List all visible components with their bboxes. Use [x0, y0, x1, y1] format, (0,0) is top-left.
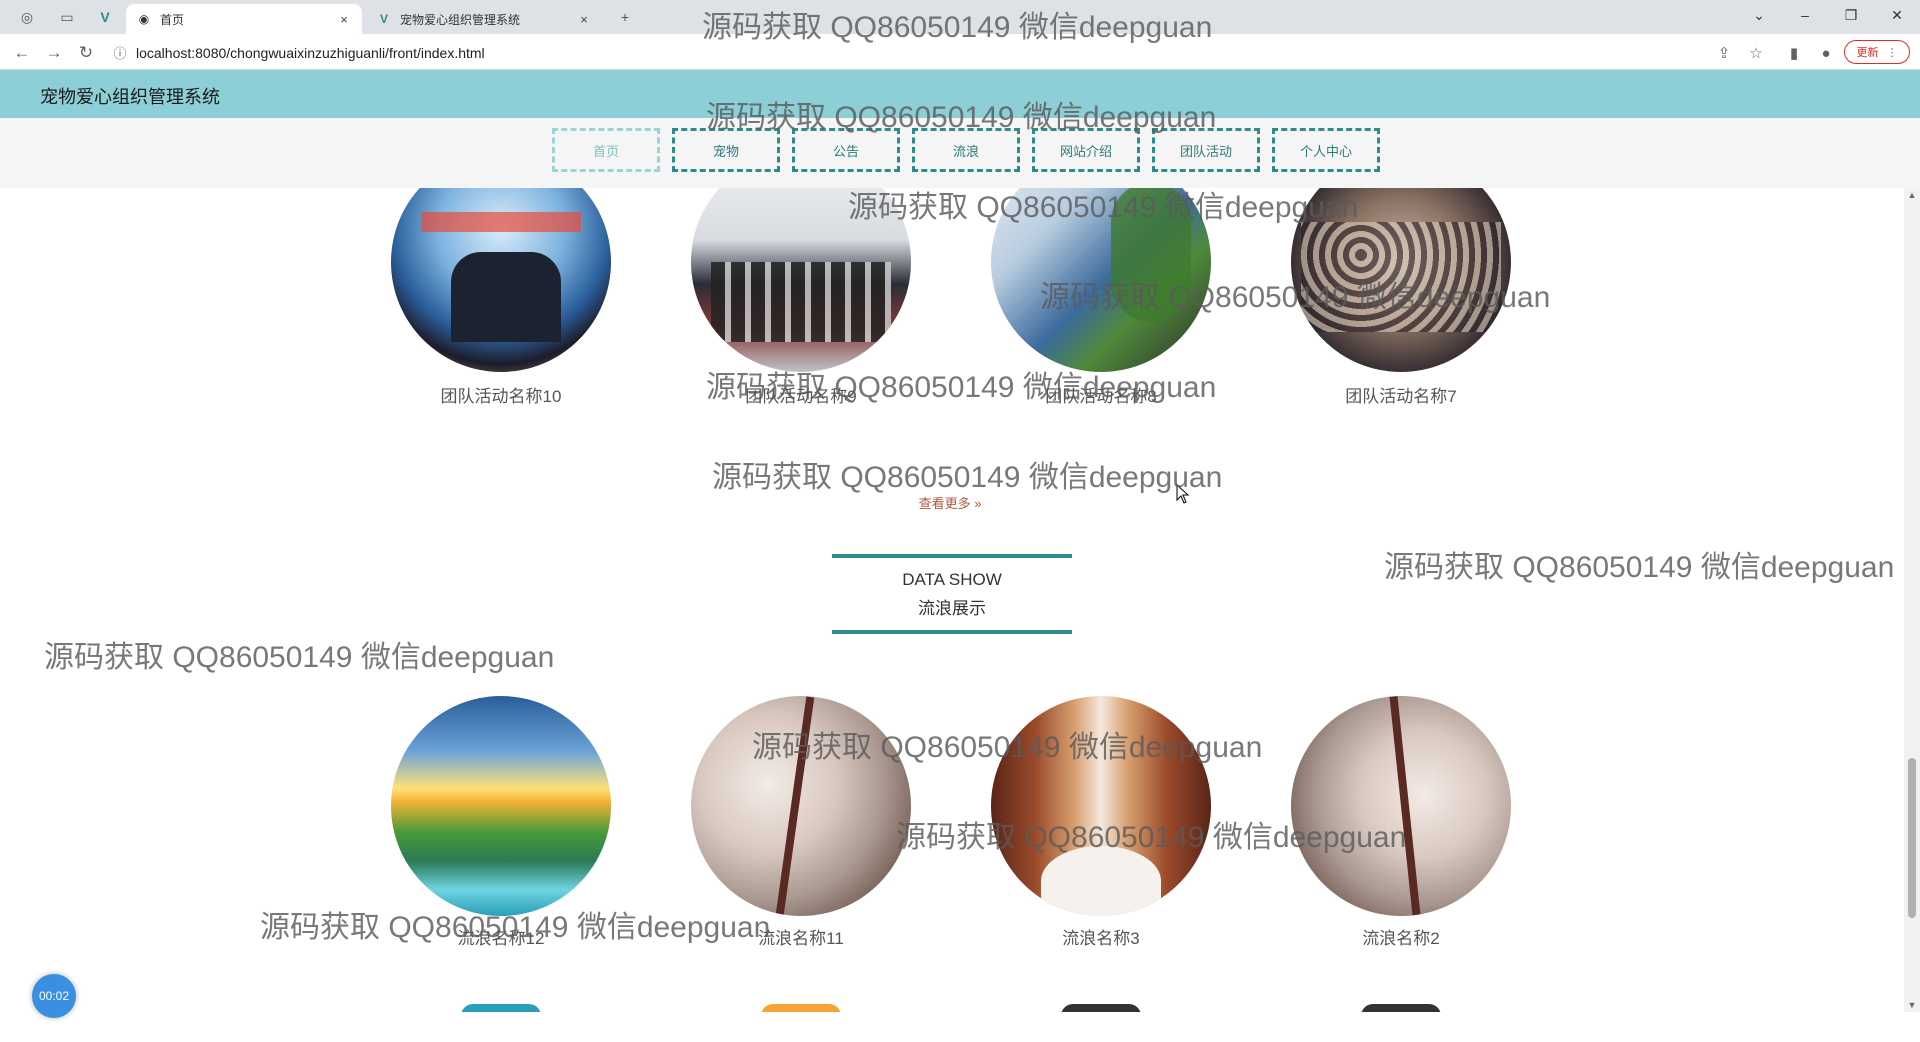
back-icon[interactable]: ← [10, 41, 34, 65]
stray-photo-partial [1061, 1004, 1141, 1012]
section-heading: DATA SHOW 流浪展示 [832, 554, 1072, 634]
scroll-up-icon[interactable]: ▲ [1904, 190, 1920, 200]
see-more-link[interactable]: 查看更多 » [900, 493, 1000, 512]
close-window-icon[interactable]: ✕ [1874, 0, 1920, 30]
site-info-icon[interactable]: ⓘ [110, 43, 130, 62]
address-bar[interactable]: ⓘ localhost:8080/chongwuaixinzuzhiguanli… [110, 39, 1680, 66]
stray-name[interactable]: 流浪名称12 [391, 924, 611, 949]
stray-photo-partial [1361, 1004, 1441, 1012]
tab-group-icon[interactable]: ▭ [56, 6, 78, 28]
stray-name[interactable]: 流浪名称2 [1291, 924, 1511, 949]
browser-tabbar: ◎ ▭ V ◉ 首页 × V 宠物爱心组织管理系统 × + ⌄ – ❐ ✕ [0, 0, 1920, 34]
nav-profile[interactable]: 个人中心 [1272, 128, 1380, 172]
share-icon[interactable]: ⇪ [1712, 41, 1736, 65]
tab-search-icon[interactable]: ◎ [16, 6, 38, 28]
mouse-cursor-icon [1176, 484, 1190, 504]
close-tab-icon[interactable]: × [336, 12, 352, 27]
activity-photo[interactable] [991, 188, 1211, 372]
heading-english: DATA SHOW [902, 570, 1002, 589]
activity-card[interactable]: 团队活动名称10 [391, 188, 611, 406]
nav-home[interactable]: 首页 [552, 128, 660, 172]
tab-list-icon[interactable]: ⌄ [1736, 0, 1782, 30]
stray-card[interactable]: 流浪名称12 [391, 696, 611, 948]
site-title: 宠物爱心组织管理系统 [40, 87, 220, 107]
page-content: 团队活动名称10 团队活动名称9 团队活动名称8 团队活动名称7 查看更多 » … [0, 188, 1904, 1012]
reload-icon[interactable]: ↻ [74, 41, 98, 65]
stray-photo[interactable] [1291, 696, 1511, 916]
stray-photo[interactable] [991, 696, 1211, 916]
page-scrollbar[interactable]: ▲ ▼ [1904, 188, 1920, 1012]
main-nav: 首页 宠物 公告 流浪 网站介绍 团队活动 个人中心 [552, 128, 1380, 172]
stray-name[interactable]: 流浪名称3 [991, 924, 1211, 949]
activity-photo[interactable] [691, 188, 911, 372]
sidepanel-icon[interactable]: ▮ [1782, 41, 1806, 65]
browser-toolbar: ← → ↻ ⓘ localhost:8080/chongwuaixinzuzhi… [0, 34, 1920, 70]
nav-stray[interactable]: 流浪 [912, 128, 1020, 172]
scroll-down-icon[interactable]: ▼ [1904, 1000, 1920, 1010]
activity-card[interactable]: 团队活动名称8 [991, 188, 1211, 406]
stray-name[interactable]: 流浪名称11 [691, 924, 911, 949]
tab-home[interactable]: ◉ 首页 × [126, 4, 362, 34]
new-tab-button[interactable]: + [614, 6, 636, 28]
minimize-icon[interactable]: – [1782, 0, 1828, 30]
stray-card[interactable]: 流浪名称2 [1291, 696, 1511, 948]
activity-card[interactable]: 团队活动名称9 [691, 188, 911, 406]
stray-photo[interactable] [391, 696, 611, 916]
globe-icon: ◉ [138, 12, 150, 26]
nav-about[interactable]: 网站介绍 [1032, 128, 1140, 172]
activity-name[interactable]: 团队活动名称9 [691, 382, 911, 407]
close-tab-icon[interactable]: × [576, 12, 592, 27]
activity-photo[interactable] [1291, 188, 1511, 372]
activity-name[interactable]: 团队活动名称7 [1291, 382, 1511, 407]
recording-timer[interactable]: 00:02 [32, 974, 76, 1018]
stray-photo-partial [461, 1004, 541, 1012]
profile-icon[interactable]: ● [1814, 41, 1838, 65]
nav-notice[interactable]: 公告 [792, 128, 900, 172]
heading-bottom-bar [832, 630, 1072, 634]
bookmark-star-icon[interactable]: ☆ [1744, 41, 1768, 65]
restore-icon[interactable]: ❐ [1828, 0, 1874, 30]
nav-activities[interactable]: 团队活动 [1152, 128, 1260, 172]
stray-photo[interactable] [691, 696, 911, 916]
stray-photo-partial [761, 1004, 841, 1012]
scroll-thumb[interactable] [1908, 758, 1916, 918]
stray-card[interactable]: 流浪名称3 [991, 696, 1211, 948]
heading-top-bar [832, 554, 1072, 558]
vue-logo-icon: V [379, 12, 388, 26]
activity-name[interactable]: 团队活动名称10 [391, 382, 611, 407]
forward-icon[interactable]: → [42, 41, 66, 65]
tab-system[interactable]: V 宠物爱心组织管理系统 × [366, 4, 602, 34]
heading-chinese: 流浪展示 [918, 599, 986, 618]
update-button[interactable]: 更新 ⋮ [1844, 40, 1910, 64]
kebab-menu-icon[interactable]: ⋮ [1887, 46, 1898, 59]
activity-name[interactable]: 团队活动名称8 [991, 382, 1211, 407]
activity-card[interactable]: 团队活动名称7 [1291, 188, 1511, 406]
nav-pets[interactable]: 宠物 [672, 128, 780, 172]
vue-favicon-icon[interactable]: V [94, 6, 116, 28]
url-text[interactable]: localhost:8080/chongwuaixinzuzhiguanli/f… [136, 45, 485, 61]
activity-photo[interactable] [391, 188, 611, 372]
site-header: 宠物爱心组织管理系统 [0, 70, 1920, 118]
stray-card[interactable]: 流浪名称11 [691, 696, 911, 948]
